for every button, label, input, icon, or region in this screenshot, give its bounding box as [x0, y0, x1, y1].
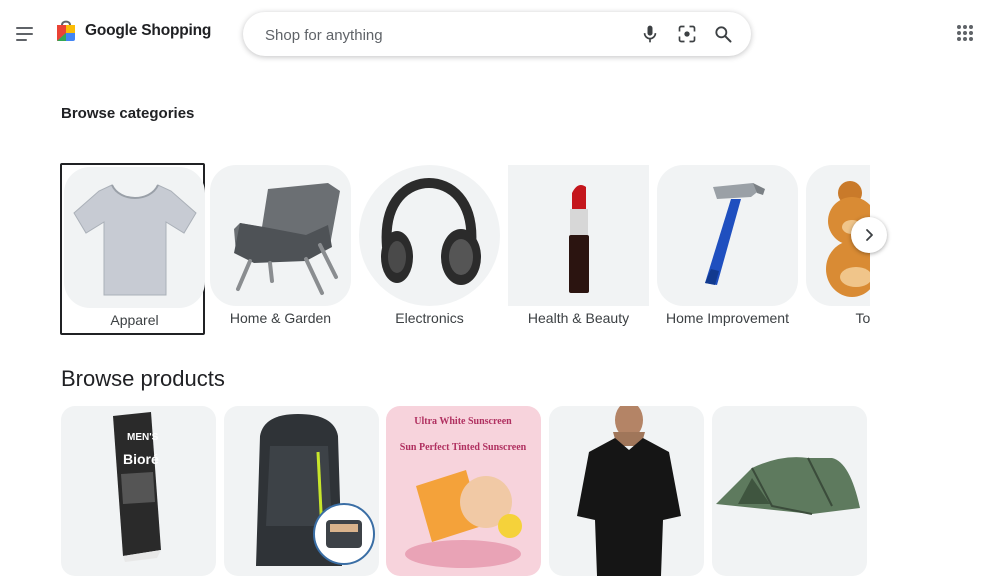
category-label: Home Improvement — [666, 310, 789, 326]
armchair-image — [210, 165, 351, 306]
tent-image — [716, 457, 860, 515]
category-label: Home & Garden — [229, 310, 332, 326]
product-headline-1: Ultra White Sunscreen — [414, 416, 512, 427]
category-home-improvement[interactable]: Home Improvement — [655, 163, 800, 335]
category-electronics[interactable]: Electronics — [357, 163, 502, 335]
category-label: Apparel — [110, 312, 159, 328]
product-headline-2: Sun Perfect Tinted Sunscreen — [400, 442, 527, 453]
microphone-icon[interactable] — [640, 24, 660, 44]
browse-products-heading: Browse products — [61, 366, 225, 391]
category-label: Toys & — [855, 310, 870, 326]
category-label: Electronics — [395, 310, 464, 326]
headphones-image — [359, 165, 500, 306]
search-bar — [243, 12, 751, 58]
product-card-sunscreen[interactable]: Ultra White Sunscreen Sun Perfect Tinted… — [386, 406, 541, 576]
product-card-shirt[interactable] — [549, 406, 704, 576]
browse-categories-heading: Browse categories — [61, 105, 195, 122]
product-card-face-wash[interactable]: MEN'S Bioré — [61, 406, 216, 576]
product-brand-text: MEN'S — [127, 432, 159, 443]
category-carousel: Apparel Home & Garden Electronics Health… — [58, 163, 870, 338]
product-name-text: Bioré — [123, 451, 159, 467]
category-label: Health & Beauty — [527, 310, 630, 326]
category-health-beauty[interactable]: Health & Beauty — [506, 163, 651, 335]
main-menu-button[interactable] — [14, 24, 36, 44]
hammer-image — [657, 165, 798, 306]
carousel-next-button[interactable] — [851, 217, 887, 253]
sunscreen-image: Ultra White Sunscreen Sun Perfect Tinted… — [400, 416, 527, 568]
black-shirt-image — [577, 406, 681, 576]
search-icon[interactable] — [713, 24, 733, 44]
face-wash-image: MEN'S Bioré — [113, 412, 161, 562]
lens-camera-icon[interactable] — [677, 24, 697, 44]
lipstick-image — [508, 165, 649, 306]
logo-text: Google Shopping — [85, 22, 212, 39]
category-home-garden[interactable]: Home & Garden — [208, 163, 353, 335]
shopping-bag-logo-icon — [57, 20, 75, 41]
category-apparel[interactable]: Apparel — [60, 163, 205, 335]
apps-grid-icon[interactable] — [954, 22, 976, 44]
chevron-right-icon — [866, 229, 873, 241]
menu-icon — [16, 27, 33, 29]
search-input[interactable] — [263, 12, 627, 58]
apparel-image — [64, 167, 205, 308]
product-card-backpack[interactable] — [224, 406, 379, 576]
product-card-tent[interactable] — [712, 406, 867, 576]
backpack-image — [256, 414, 375, 566]
google-shopping-logo[interactable]: Google Shopping — [55, 19, 211, 43]
